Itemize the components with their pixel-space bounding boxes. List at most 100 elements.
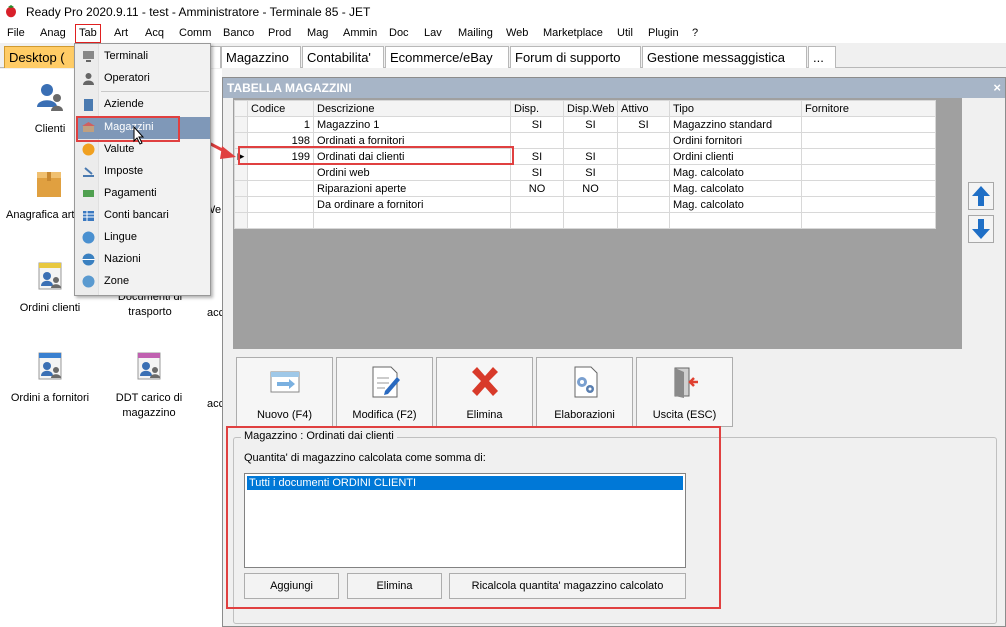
menu-acq[interactable]: Acq bbox=[145, 27, 164, 39]
move-up-button[interactable] bbox=[968, 182, 994, 210]
row-indicator bbox=[234, 132, 248, 149]
tab-contabilita[interactable]: Contabilita' bbox=[302, 46, 384, 68]
menu-mailing[interactable]: Mailing bbox=[458, 27, 493, 39]
mouse-cursor-icon bbox=[133, 126, 145, 145]
ddt-carico-icon bbox=[137, 352, 161, 380]
language-icon bbox=[82, 231, 95, 244]
nuovo-button[interactable]: Nuovo (F4) bbox=[236, 357, 333, 427]
cell-descrizione: Da ordinare a fornitori bbox=[313, 196, 511, 213]
elaborazioni-label: Elaborazioni bbox=[554, 409, 615, 421]
user-icon bbox=[83, 73, 94, 85]
desktop-icon-ordini-fornitori[interactable]: Ordini a fornitori bbox=[5, 350, 95, 406]
ricalcola-button[interactable]: Ricalcola quantita' magazzino calcolato bbox=[449, 573, 686, 599]
table-row-selected[interactable]: ▶ 199 Ordinati dai clienti SI SI Ordini … bbox=[234, 148, 936, 165]
menu-item-nazioni[interactable]: Nazioni bbox=[76, 249, 210, 271]
elaborazioni-button[interactable]: Elaborazioni bbox=[536, 357, 633, 427]
menu-item-zone[interactable]: Zone bbox=[76, 271, 210, 293]
grid-header-attivo[interactable]: Attivo bbox=[617, 100, 670, 117]
menu-plugin[interactable]: Plugin bbox=[648, 27, 679, 39]
menu-mag[interactable]: Mag bbox=[307, 27, 328, 39]
desktop-icon-label: acc bbox=[207, 398, 225, 410]
move-down-button[interactable] bbox=[968, 215, 994, 243]
bank-icon bbox=[83, 211, 94, 221]
grid-header-indicator bbox=[234, 100, 248, 117]
menu-item-operatori[interactable]: Operatori bbox=[76, 68, 210, 90]
cell-tipo: Ordini fornitori bbox=[669, 132, 802, 149]
grid-header-dispweb[interactable]: Disp.Web bbox=[563, 100, 618, 117]
menu-lav[interactable]: Lav bbox=[424, 27, 442, 39]
row-indicator bbox=[234, 164, 248, 181]
arrow-up-icon bbox=[972, 186, 990, 206]
table-row-empty[interactable] bbox=[234, 212, 936, 229]
menu-item-terminali[interactable]: Terminali bbox=[76, 46, 210, 68]
desktop-icon-acc-2[interactable]: acc bbox=[207, 397, 225, 412]
table-row[interactable]: Da ordinare a fornitori Mag. calcolato bbox=[234, 196, 936, 213]
box-icon bbox=[37, 172, 61, 197]
menu-item-imposte[interactable]: Imposte bbox=[76, 161, 210, 183]
menu-item-label: Terminali bbox=[104, 50, 149, 62]
grid-header-fornitore[interactable]: Fornitore bbox=[801, 100, 936, 117]
grid-header-tipo[interactable]: Tipo bbox=[669, 100, 802, 117]
menu-doc[interactable]: Doc bbox=[389, 27, 409, 39]
cell-attivo: SI bbox=[617, 116, 670, 133]
list-item-selected[interactable]: Tutti i documenti ORDINI CLIENTI bbox=[247, 476, 683, 490]
cell-tipo: Mag. calcolato bbox=[669, 180, 802, 197]
menu-comm[interactable]: Comm bbox=[179, 27, 211, 39]
uscita-button[interactable]: Uscita (ESC) bbox=[636, 357, 733, 427]
modifica-button[interactable]: Modifica (F2) bbox=[336, 357, 433, 427]
close-icon[interactable]: × bbox=[993, 80, 1001, 95]
arrow-down-icon bbox=[972, 219, 990, 239]
menu-item-aziende[interactable]: Aziende bbox=[76, 94, 210, 116]
menu-web[interactable]: Web bbox=[506, 27, 528, 39]
cell-fornitore bbox=[801, 196, 936, 213]
cell-codice bbox=[247, 180, 314, 197]
menu-item-label: Operatori bbox=[104, 72, 150, 84]
clienti-icon bbox=[37, 84, 63, 111]
cell-descrizione: Riparazioni aperte bbox=[313, 180, 511, 197]
menu-prod[interactable]: Prod bbox=[268, 27, 291, 39]
menu-item-pagamenti[interactable]: Pagamenti bbox=[76, 183, 210, 205]
tab-desktop[interactable]: Desktop ( bbox=[4, 46, 76, 68]
menu-help[interactable]: ? bbox=[692, 27, 698, 39]
table-row[interactable]: Ordini web SI SI Mag. calcolato bbox=[234, 164, 936, 181]
cell-disp: SI bbox=[510, 164, 564, 181]
grid-header-codice[interactable]: Codice bbox=[247, 100, 314, 117]
aggiungi-button[interactable]: Aggiungi bbox=[244, 573, 339, 599]
table-row[interactable]: 198 Ordinati a fornitori Ordini fornitor… bbox=[234, 132, 936, 149]
cell-disp: NO bbox=[510, 180, 564, 197]
menu-util[interactable]: Util bbox=[617, 27, 633, 39]
menu-item-lingue[interactable]: Lingue bbox=[76, 227, 210, 249]
cell-tipo: Ordini clienti bbox=[669, 148, 802, 165]
table-row[interactable]: 1 Magazzino 1 SI SI SI Magazzino standar… bbox=[234, 116, 936, 133]
desktop-icon-acc-1[interactable]: acc bbox=[207, 306, 225, 321]
elimina-documento-button[interactable]: Elimina bbox=[347, 573, 442, 599]
menu-file[interactable]: File bbox=[7, 27, 25, 39]
menu-anag[interactable]: Anag bbox=[40, 27, 66, 39]
desktop-icon-clienti[interactable]: Clienti bbox=[20, 81, 80, 137]
cell-disp bbox=[510, 196, 564, 213]
menu-item-conti-bancari[interactable]: Conti bancari bbox=[76, 205, 210, 227]
grid-header-descrizione[interactable]: Descrizione bbox=[313, 100, 511, 117]
documenti-listbox[interactable]: Tutti i documenti ORDINI CLIENTI bbox=[244, 473, 686, 568]
cell-codice: 1 bbox=[247, 116, 314, 133]
tab-more[interactable]: ... bbox=[808, 46, 836, 68]
exit-door-icon bbox=[674, 367, 698, 398]
menu-tab[interactable]: Tab bbox=[75, 24, 101, 43]
menu-banco[interactable]: Banco bbox=[223, 27, 254, 39]
tab-forum[interactable]: Forum di supporto bbox=[510, 46, 641, 68]
desktop-icon-label: acc bbox=[207, 307, 225, 319]
row-indicator bbox=[234, 116, 248, 133]
menu-art[interactable]: Art bbox=[114, 27, 128, 39]
menu-marketplace[interactable]: Marketplace bbox=[543, 27, 603, 39]
tab-magazzino[interactable]: Magazzino bbox=[221, 46, 301, 68]
elimina-button[interactable]: Elimina bbox=[436, 357, 533, 427]
menu-item-label: Nazioni bbox=[104, 253, 141, 265]
menu-ammin[interactable]: Ammin bbox=[343, 27, 377, 39]
cell-attivo bbox=[617, 132, 670, 149]
table-row[interactable]: Riparazioni aperte NO NO Mag. calcolato bbox=[234, 180, 936, 197]
desktop-icon-ddt-carico[interactable]: DDT carico di magazzino bbox=[104, 350, 194, 421]
grid-header-disp[interactable]: Disp. bbox=[510, 100, 564, 117]
tab-messaggistica[interactable]: Gestione messaggistica bbox=[642, 46, 807, 68]
row-indicator bbox=[234, 180, 248, 197]
tab-ecommerce[interactable]: Ecommerce/eBay bbox=[385, 46, 509, 68]
